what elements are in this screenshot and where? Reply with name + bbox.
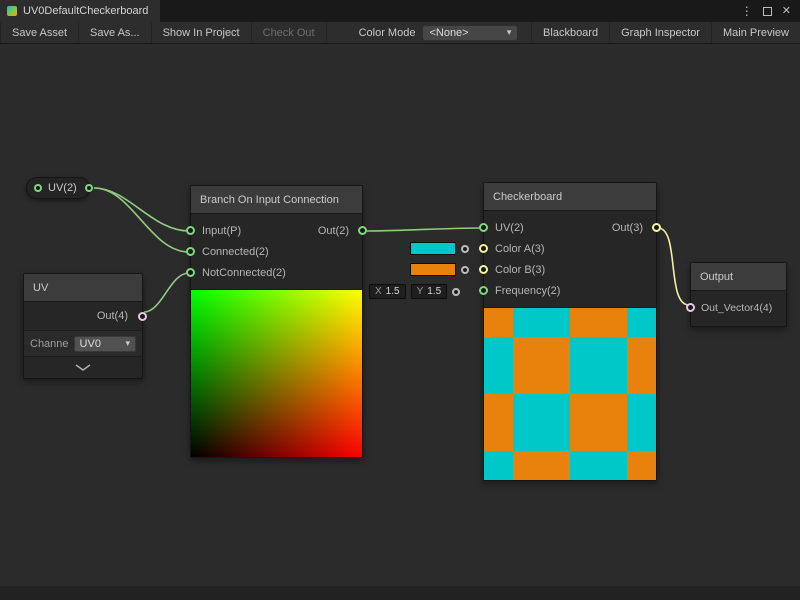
maximize-icon[interactable]: [763, 7, 772, 16]
main-preview-toggle-button[interactable]: Main Preview: [711, 22, 800, 43]
branch-node[interactable]: Branch On Input Connection Input(P) Conn…: [190, 185, 363, 458]
frequency-label: Frequency(2): [495, 285, 560, 297]
out-vector4-label: Out_Vector4(4): [701, 302, 772, 314]
frequency-y-field[interactable]: Y 1.5: [411, 284, 448, 299]
color-mode-group: Color Mode <None> ▾: [359, 22, 519, 43]
titlebar: UV0DefaultCheckerboard ⋮ ✕: [0, 0, 800, 22]
uv-property-output-port[interactable]: [85, 184, 93, 192]
output-node[interactable]: Output Out_Vector4(4): [690, 262, 787, 327]
frequency-x-value: 1.5: [386, 286, 400, 297]
uv-input-label: UV(2): [495, 222, 524, 234]
collapse-chevron-icon[interactable]: [74, 364, 92, 372]
uv-property-pill-label: UV(2): [48, 182, 77, 194]
port-row-connected: Connected(2): [191, 241, 362, 262]
save-asset-button[interactable]: Save Asset: [0, 22, 79, 43]
color-b-label: Color B(3): [495, 264, 545, 276]
close-icon[interactable]: ✕: [782, 6, 791, 17]
uv-property-pill[interactable]: UV(2): [26, 177, 90, 199]
color-b-widget: [410, 263, 469, 276]
uv-node-output-row: Out(4): [24, 302, 142, 330]
port-row-color-b: Color B(3): [484, 259, 656, 280]
branch-node-ports: Input(P) Connected(2) NotConnected(2) Ou…: [191, 214, 362, 289]
branch-out-label: Out(2): [318, 225, 349, 237]
edge-uvpill-to-connected: [94, 188, 189, 252]
connected-label: Connected(2): [202, 246, 269, 258]
color-b-port[interactable]: [479, 265, 488, 274]
frequency-port[interactable]: [479, 286, 488, 295]
uv-node-header: UV: [24, 274, 142, 302]
kebab-menu-icon[interactable]: ⋮: [741, 5, 753, 17]
graph-inspector-toggle-button[interactable]: Graph Inspector: [609, 22, 711, 43]
port-row-out-vector4: Out_Vector4(4): [691, 297, 786, 318]
color-a-port[interactable]: [479, 244, 488, 253]
tab-title: UV0DefaultCheckerboard: [23, 5, 148, 17]
frequency-y-label: Y: [417, 286, 424, 297]
color-a-widget: [410, 242, 469, 255]
canvas-bottom-strip: [0, 586, 800, 600]
branch-output-row: Out(2): [318, 220, 349, 241]
frequency-x-field[interactable]: X 1.5: [369, 284, 406, 299]
branch-out-port[interactable]: [358, 226, 367, 235]
output-node-ports: Out_Vector4(4): [691, 291, 786, 326]
chevron-down-icon: ▾: [125, 338, 130, 349]
port-row-notconnected: NotConnected(2): [191, 262, 362, 283]
checkerboard-preview: [484, 307, 656, 480]
color-mode-value: <None>: [429, 27, 468, 39]
edge-branch-to-checkerboard: [364, 228, 482, 231]
checkerboard-out-port[interactable]: [652, 223, 661, 232]
connected-port[interactable]: [186, 247, 195, 256]
show-in-project-button[interactable]: Show In Project: [152, 22, 252, 43]
check-out-button[interactable]: Check Out: [252, 22, 327, 43]
chevron-down-icon: ▾: [507, 27, 512, 38]
property-type-dot: [34, 184, 42, 192]
color-b-swatch[interactable]: [410, 263, 456, 276]
edge-uvpill-to-input: [94, 188, 189, 231]
checkerboard-out-label: Out(3): [612, 222, 643, 234]
frequency-connector-stub[interactable]: [452, 288, 460, 296]
port-row-color-a: Color A(3): [484, 238, 656, 259]
uv-input-port[interactable]: [479, 223, 488, 232]
checkerboard-output-row: Out(3): [612, 217, 643, 238]
uv-out-port[interactable]: [138, 312, 147, 321]
branch-node-header: Branch On Input Connection: [191, 186, 362, 214]
color-mode-dropdown[interactable]: <None> ▾: [422, 25, 518, 41]
color-mode-label: Color Mode: [359, 27, 416, 39]
color-a-label: Color A(3): [495, 243, 545, 255]
port-row-frequency: Frequency(2): [484, 280, 656, 301]
graph-canvas[interactable]: UV(2) UV Out(4) Channe UV0 ▾ Branch On I…: [0, 44, 800, 600]
uv-channel-row: Channe UV0 ▾: [24, 330, 142, 356]
window-controls: ⋮ ✕: [741, 0, 800, 22]
input-p-port[interactable]: [186, 226, 195, 235]
uv-channel-dropdown[interactable]: UV0 ▾: [74, 336, 136, 352]
edge-uvnode-to-notconnected: [144, 273, 189, 312]
toolbar-right-group: Blackboard Graph Inspector Main Preview: [531, 22, 800, 43]
edge-checkerboard-to-output: [658, 228, 689, 305]
color-a-connector-stub[interactable]: [461, 245, 469, 253]
notconnected-port[interactable]: [186, 268, 195, 277]
frequency-x-label: X: [375, 286, 382, 297]
uv-node[interactable]: UV Out(4) Channe UV0 ▾: [23, 273, 143, 379]
frequency-y-value: 1.5: [427, 286, 441, 297]
output-node-header: Output: [691, 263, 786, 291]
checkerboard-node-header: Checkerboard: [484, 183, 656, 211]
uv-out-label: Out(4): [97, 310, 128, 322]
uv-channel-value: UV0: [80, 338, 101, 350]
channel-label: Channe: [30, 338, 69, 350]
uv-node-collapse-row: [24, 356, 142, 378]
save-as-button[interactable]: Save As...: [79, 22, 152, 43]
frequency-widget: X 1.5 Y 1.5: [369, 284, 460, 299]
notconnected-label: NotConnected(2): [202, 267, 286, 279]
branch-node-preview: [191, 289, 362, 457]
color-b-connector-stub[interactable]: [461, 266, 469, 274]
blackboard-toggle-button[interactable]: Blackboard: [531, 22, 609, 43]
out-vector4-port[interactable]: [686, 303, 695, 312]
input-p-label: Input(P): [202, 225, 241, 237]
graph-tab[interactable]: UV0DefaultCheckerboard: [0, 0, 160, 22]
checkerboard-node[interactable]: Checkerboard UV(2) Color A(3) Color B(3)…: [483, 182, 657, 481]
toolbar: Save Asset Save As... Show In Project Ch…: [0, 22, 800, 44]
shader-graph-icon: [6, 5, 18, 17]
checkerboard-node-ports: UV(2) Color A(3) Color B(3) Frequency(2)…: [484, 211, 656, 307]
color-a-swatch[interactable]: [410, 242, 456, 255]
